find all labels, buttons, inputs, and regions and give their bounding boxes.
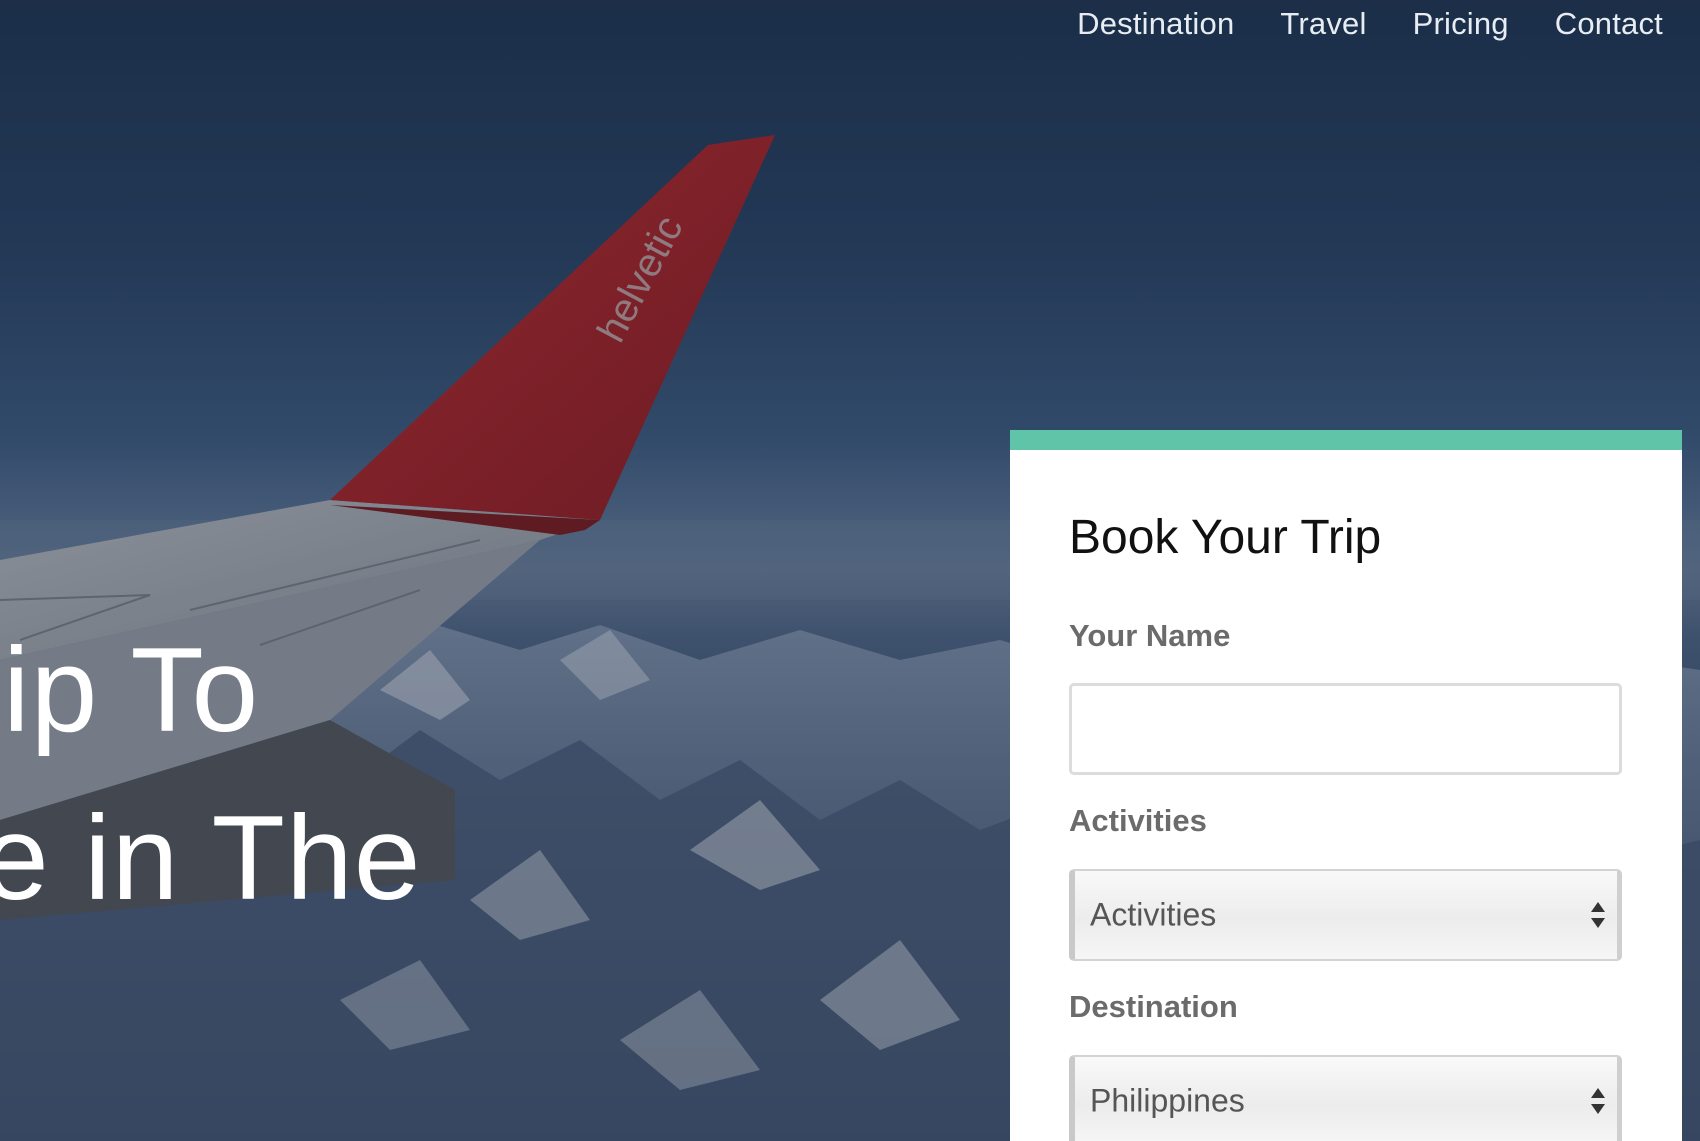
destination-field-label: Destination: [1069, 989, 1238, 1024]
name-input[interactable]: [1069, 683, 1622, 775]
nav-link-travel[interactable]: Travel: [1280, 6, 1366, 42]
nav-link-pricing[interactable]: Pricing: [1413, 6, 1509, 42]
activities-field-label: Activities: [1069, 803, 1207, 838]
nav-link-contact[interactable]: Contact: [1555, 6, 1663, 42]
hero-heading-line-2: e in The: [0, 791, 422, 925]
destination-selected-value: Philippines: [1090, 1082, 1245, 1119]
page: helvetic Destination Travel Pricing Cont…: [0, 0, 1700, 1141]
activities-select[interactable]: Activities: [1069, 869, 1622, 961]
select-arrows-icon: [1591, 1088, 1605, 1114]
top-nav: Destination Travel Pricing Contact: [1077, 0, 1700, 48]
booking-card: Book Your Trip Your Name Activities Acti…: [1010, 430, 1682, 1141]
destination-select[interactable]: Philippines: [1069, 1055, 1622, 1141]
booking-card-title: Book Your Trip: [1069, 511, 1382, 564]
activities-selected-value: Activities: [1090, 896, 1217, 933]
name-field-label: Your Name: [1069, 618, 1231, 653]
nav-link-destination[interactable]: Destination: [1077, 6, 1234, 42]
select-arrows-icon: [1591, 902, 1605, 928]
hero-heading-line-1: rip To: [0, 623, 260, 757]
